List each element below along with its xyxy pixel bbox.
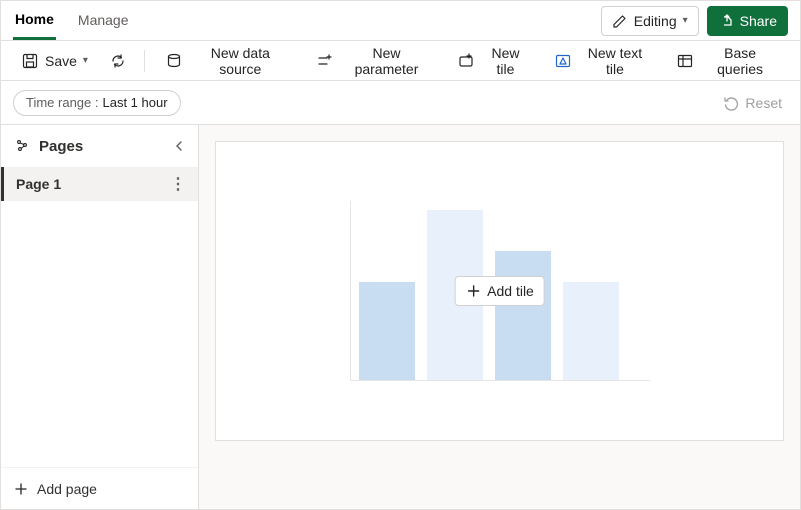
page-item-more-button[interactable]: ⋮ <box>164 174 192 194</box>
refresh-icon <box>109 52 127 70</box>
new-data-source-label: New data source <box>189 45 292 77</box>
tab-home[interactable]: Home <box>13 1 56 40</box>
page-item-label: Page 1 <box>16 176 61 192</box>
toolbar: Save ▾ New data source New parameter New… <box>1 41 800 81</box>
page-item-1[interactable]: Page 1 ⋮ <box>1 167 198 201</box>
filter-row: Time range : Last 1 hour Reset <box>1 81 800 125</box>
time-range-label: Time range : <box>26 95 99 110</box>
pages-header: Pages <box>1 125 198 167</box>
placeholder-bar <box>495 251 551 380</box>
base-queries-icon <box>676 52 694 70</box>
new-parameter-label: New parameter <box>340 45 434 77</box>
add-tile-button[interactable]: Add tile <box>454 276 545 306</box>
base-queries-button[interactable]: Base queries <box>668 45 788 77</box>
dashboard-canvas[interactable]: Add tile <box>215 141 784 441</box>
plus-icon <box>465 283 481 299</box>
share-icon <box>718 13 734 29</box>
chevron-down-icon: ▾ <box>83 55 88 66</box>
save-label: Save <box>45 53 77 69</box>
canvas-area: Add tile <box>199 125 800 509</box>
database-icon <box>165 52 183 70</box>
new-tile-button[interactable]: New tile <box>449 45 537 77</box>
new-text-tile-label: New text tile <box>578 45 652 77</box>
plus-icon <box>13 481 29 497</box>
new-data-source-button[interactable]: New data source <box>157 45 300 77</box>
main-area: Pages Page 1 ⋮ Add page <box>1 125 800 509</box>
save-button[interactable]: Save ▾ <box>13 45 96 77</box>
pages-title: Pages <box>39 138 83 155</box>
reset-label: Reset <box>745 95 782 111</box>
text-tile-icon <box>554 52 572 70</box>
time-range-pill[interactable]: Time range : Last 1 hour <box>13 90 181 116</box>
new-text-tile-button[interactable]: New text tile <box>546 45 660 77</box>
base-queries-label: Base queries <box>700 45 780 77</box>
share-label: Share <box>740 13 777 29</box>
placeholder-bar <box>563 282 619 380</box>
undo-icon <box>723 95 739 111</box>
tile-icon <box>457 52 475 70</box>
editing-mode-button[interactable]: Editing ▾ <box>601 6 699 36</box>
add-page-label: Add page <box>37 481 97 497</box>
pages-icon <box>13 137 31 155</box>
editing-label: Editing <box>634 13 677 29</box>
new-parameter-button[interactable]: New parameter <box>308 45 442 77</box>
chevron-down-icon: ▾ <box>683 15 688 26</box>
add-tile-label: Add tile <box>487 283 534 299</box>
refresh-button[interactable] <box>104 47 132 75</box>
new-tile-label: New tile <box>481 45 529 77</box>
placeholder-bar <box>359 282 415 380</box>
divider <box>144 50 145 72</box>
pencil-icon <box>612 13 628 29</box>
time-range-value: Last 1 hour <box>103 95 168 110</box>
save-icon <box>21 52 39 70</box>
collapse-sidebar-button[interactable] <box>172 139 186 153</box>
pages-sidebar: Pages Page 1 ⋮ Add page <box>1 125 199 509</box>
header-row: Home Manage Editing ▾ Share <box>1 1 800 41</box>
add-page-button[interactable]: Add page <box>1 467 198 509</box>
main-tabs: Home Manage <box>13 1 131 40</box>
share-button[interactable]: Share <box>707 6 788 36</box>
reset-button[interactable]: Reset <box>717 94 788 112</box>
parameter-icon <box>316 52 334 70</box>
tab-manage[interactable]: Manage <box>76 1 131 40</box>
